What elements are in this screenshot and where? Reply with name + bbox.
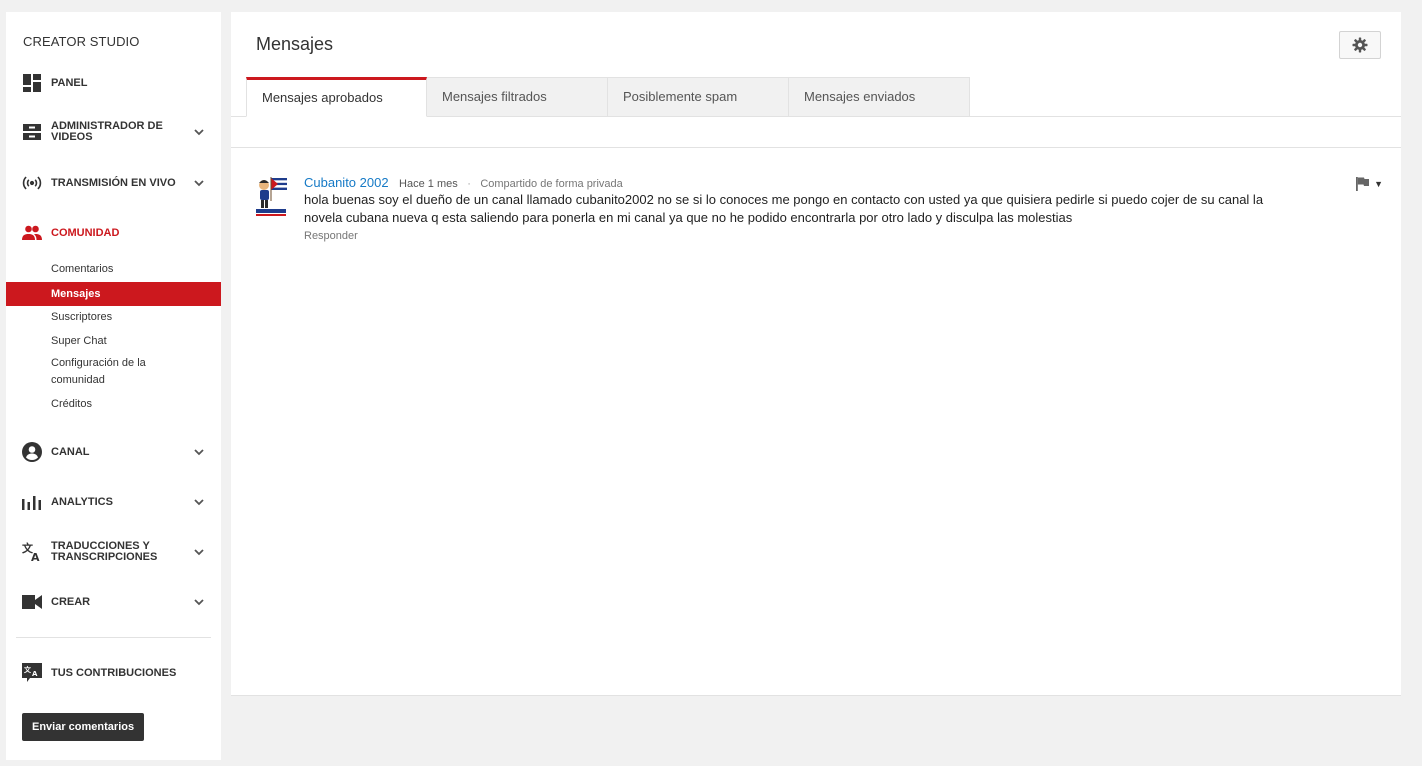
sub-item-comments[interactable]: Comentarios bbox=[6, 261, 221, 278]
nav-label-translations: TRADUCCIONES Y TRANSCRIPCIONES bbox=[51, 540, 158, 563]
section-divider bbox=[231, 147, 1401, 148]
nav-label-analytics: ANALYTICS bbox=[51, 495, 113, 508]
chevron-down-icon[interactable] bbox=[193, 546, 205, 558]
author-name-link[interactable]: Cubanito 2002 bbox=[304, 175, 389, 190]
chevron-down-icon[interactable] bbox=[193, 446, 205, 458]
community-icon bbox=[22, 223, 42, 243]
svg-text:A: A bbox=[31, 551, 40, 562]
svg-text:文: 文 bbox=[24, 665, 32, 674]
translate-icon: 文A bbox=[22, 542, 42, 562]
nav-label-create: CREAR bbox=[51, 595, 91, 608]
separator-dot: · bbox=[467, 178, 471, 190]
video-manager-icon bbox=[22, 122, 42, 142]
sub-item-community-settings[interactable]: Configuración de la comunidad bbox=[6, 355, 176, 389]
analytics-icon bbox=[22, 492, 42, 512]
privacy-label: Compartido de forma privada bbox=[480, 178, 623, 190]
settings-button[interactable] bbox=[1339, 31, 1381, 59]
chevron-down-icon[interactable] bbox=[193, 496, 205, 508]
main-panel: Mensajes Mensajes aprobados Mensajes fil… bbox=[231, 12, 1401, 696]
gear-icon bbox=[1352, 37, 1368, 53]
nav-item-create[interactable]: CREAR bbox=[6, 591, 221, 613]
nav-label-video-manager: ADMINISTRADOR DE VIDEOS bbox=[51, 120, 163, 143]
dashboard-icon bbox=[22, 73, 42, 93]
flag-icon bbox=[1356, 177, 1370, 191]
sidebar-divider bbox=[16, 637, 211, 638]
tab-possible-spam[interactable]: Posiblemente spam bbox=[608, 77, 789, 117]
send-feedback-button[interactable]: Enviar comentarios bbox=[22, 713, 145, 741]
nav-label-panel: PANEL bbox=[51, 76, 88, 89]
message-body: hola buenas soy el dueño de un canal lla… bbox=[304, 192, 1264, 225]
page-title: Mensajes bbox=[256, 34, 334, 54]
message-time[interactable]: Hace 1 mes bbox=[399, 178, 458, 190]
nav-label-contributions: TUS CONTRIBUCIONES bbox=[51, 666, 177, 679]
chevron-down-icon[interactable] bbox=[193, 177, 205, 189]
create-camera-icon bbox=[22, 592, 42, 612]
tab-sent-messages[interactable]: Mensajes enviados bbox=[789, 77, 970, 117]
tab-approved-messages[interactable]: Mensajes aprobados bbox=[246, 77, 427, 117]
nav-item-panel[interactable]: PANEL bbox=[6, 72, 221, 94]
tab-filtered-messages[interactable]: Mensajes filtrados bbox=[427, 77, 608, 117]
message-header: Cubanito 2002 Hace 1 mes · Compartido de… bbox=[304, 174, 623, 192]
nav-item-analytics[interactable]: ANALYTICS bbox=[6, 491, 221, 513]
chevron-down-icon[interactable] bbox=[193, 126, 205, 138]
creator-studio-title[interactable]: CREATOR STUDIO bbox=[23, 34, 139, 49]
nav-item-contributions[interactable]: 文A TUS CONTRIBUCIONES bbox=[6, 662, 221, 684]
live-broadcast-icon bbox=[22, 173, 42, 193]
channel-icon bbox=[22, 442, 42, 462]
reply-link[interactable]: Responder bbox=[304, 230, 358, 242]
sub-item-credits[interactable]: Créditos bbox=[6, 396, 221, 413]
contributions-icon: 文A bbox=[22, 663, 42, 683]
nav-item-live[interactable]: TRANSMISIÓN EN VIVO bbox=[6, 172, 221, 194]
avatar[interactable] bbox=[253, 174, 289, 222]
message-tabs: Mensajes aprobados Mensajes filtrados Po… bbox=[246, 77, 970, 117]
nav-item-translations[interactable]: 文A TRADUCCIONES Y TRANSCRIPCIONES bbox=[6, 540, 221, 564]
nav-label-channel: CANAL bbox=[51, 445, 90, 458]
nav-label-community: COMUNIDAD bbox=[51, 226, 120, 239]
sub-item-messages[interactable]: Mensajes bbox=[6, 282, 221, 306]
nav-label-live: TRANSMISIÓN EN VIVO bbox=[51, 176, 176, 189]
nav-item-channel[interactable]: CANAL bbox=[6, 441, 221, 463]
caret-down-icon: ▼ bbox=[1374, 179, 1383, 189]
flag-menu-button[interactable]: ▼ bbox=[1356, 177, 1383, 191]
svg-text:A: A bbox=[32, 670, 38, 678]
chevron-down-icon[interactable] bbox=[193, 596, 205, 608]
sub-item-subscribers[interactable]: Suscriptores bbox=[6, 309, 221, 326]
nav-item-video-manager[interactable]: ADMINISTRADOR DE VIDEOS bbox=[6, 120, 221, 144]
nav-item-community[interactable]: COMUNIDAD bbox=[6, 222, 221, 244]
sidebar: CREATOR STUDIO PANEL ADMINISTRADOR DE VI… bbox=[6, 12, 221, 760]
sub-item-super-chat[interactable]: Super Chat bbox=[6, 333, 221, 350]
